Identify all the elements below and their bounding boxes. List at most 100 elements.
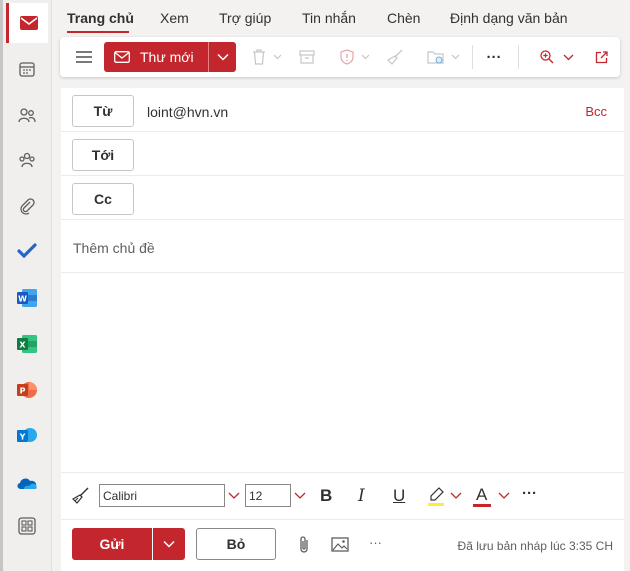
hamburger-icon: [76, 51, 92, 63]
subject-input[interactable]: Thêm chủ đề: [73, 240, 155, 256]
shield-alert-icon: [340, 49, 354, 65]
rail-groups[interactable]: [6, 140, 48, 180]
discard-button[interactable]: Bỏ: [196, 528, 276, 560]
apps-icon: [18, 517, 36, 535]
cc-button[interactable]: Cc: [72, 183, 134, 215]
svg-text:W: W: [18, 295, 27, 304]
new-mail-dropdown[interactable]: [208, 42, 236, 72]
chevron-down-icon: [216, 53, 229, 61]
rail-files[interactable]: [6, 186, 48, 226]
rail-calendar[interactable]: [6, 49, 48, 89]
rail-people[interactable]: [6, 95, 48, 135]
sweep-button[interactable]: [384, 37, 406, 77]
send-bar: Gửi Bỏ ··· Đã lưu bản nháp lúc 3:35 CH: [61, 519, 624, 571]
archive-icon: [299, 50, 315, 64]
yammer-icon: Y: [17, 428, 37, 442]
rail-mail[interactable]: [6, 3, 48, 43]
mail-outline-icon: [114, 51, 130, 63]
insert-picture-icon[interactable]: [331, 537, 349, 552]
font-color-button[interactable]: A: [476, 485, 487, 505]
attachment-icon: [20, 198, 35, 215]
zoom-in-icon: [540, 50, 554, 64]
attach-icon[interactable]: [298, 535, 310, 555]
cc-row[interactable]: Cc: [61, 176, 624, 220]
new-mail-button[interactable]: Thư mới: [104, 42, 208, 72]
rail-excel[interactable]: X: [6, 324, 48, 364]
report-dropdown[interactable]: [358, 37, 372, 77]
rail-edge: [0, 0, 3, 571]
chevron-down-icon: [451, 54, 459, 60]
svg-text:X: X: [19, 341, 26, 350]
chevron-down-icon: [163, 540, 175, 548]
ribbon-tabs: Trang chủ Xem Trợ giúp Tin nhắn Chèn Địn…: [52, 0, 630, 36]
highlighter-icon[interactable]: [427, 487, 445, 507]
mail-icon: [19, 16, 38, 30]
tab-insert[interactable]: Chèn: [387, 10, 420, 26]
powerpoint-icon: P: [17, 382, 37, 398]
more-options-button[interactable]: ···: [482, 37, 506, 77]
format-painter-icon[interactable]: [71, 487, 89, 505]
rail-apps[interactable]: [6, 506, 48, 546]
broom-icon: [387, 49, 403, 65]
groups-icon: [19, 152, 35, 168]
rail-powerpoint[interactable]: P: [6, 370, 48, 410]
onedrive-icon: [17, 478, 37, 489]
tab-help[interactable]: Trợ giúp: [219, 10, 271, 26]
font-size-select[interactable]: 12: [245, 484, 291, 507]
from-address: loint@hvn.vn: [147, 104, 229, 120]
tab-message[interactable]: Tin nhắn: [302, 10, 356, 26]
draft-status: Đã lưu bản nháp lúc 3:35 CH: [457, 539, 613, 553]
people-icon: [18, 108, 36, 123]
zoom-dropdown[interactable]: [560, 37, 576, 77]
underline-button[interactable]: U: [393, 486, 405, 506]
font-color-bar: [473, 504, 491, 507]
active-tab-indicator: [67, 31, 129, 33]
report-button[interactable]: [336, 37, 358, 77]
chevron-down-icon[interactable]: [228, 492, 240, 500]
chevron-down-icon[interactable]: [498, 492, 510, 500]
sendbar-more-button[interactable]: ···: [369, 535, 382, 550]
font-family-select[interactable]: Calibri: [99, 484, 225, 507]
rail-todo[interactable]: [6, 231, 48, 271]
format-more-button[interactable]: ···: [522, 485, 537, 502]
pop-out-icon: [595, 50, 608, 63]
move-to-dropdown[interactable]: [448, 37, 462, 77]
ribbon-separator: [518, 45, 519, 69]
chevron-down-icon: [273, 54, 281, 60]
rail-word[interactable]: W: [6, 278, 48, 318]
rail-onedrive[interactable]: [6, 463, 48, 503]
chevron-down-icon: [563, 54, 573, 60]
bold-button[interactable]: B: [320, 486, 332, 506]
zoom-button[interactable]: [538, 37, 556, 77]
pop-out-button[interactable]: [592, 37, 610, 77]
todo-icon: [17, 243, 37, 259]
ribbon-separator: [472, 45, 473, 69]
rail-yammer[interactable]: Y: [6, 416, 48, 456]
chevron-down-icon: [361, 54, 369, 60]
bcc-link[interactable]: Bcc: [585, 104, 607, 119]
from-button[interactable]: Từ: [72, 95, 134, 127]
tab-format-text[interactable]: Định dạng văn bản: [450, 10, 568, 26]
send-button[interactable]: Gửi: [72, 528, 152, 560]
italic-button[interactable]: I: [358, 486, 365, 506]
to-row[interactable]: Tới: [61, 132, 624, 176]
tab-home[interactable]: Trang chủ: [67, 10, 134, 26]
to-button[interactable]: Tới: [72, 139, 134, 171]
compose-pane: Từ loint@hvn.vn Bcc Tới Cc Thêm chủ đề: [61, 88, 624, 520]
svg-text:Y: Y: [19, 433, 26, 442]
new-mail-label: Thư mới: [140, 49, 194, 65]
subject-divider: [61, 272, 624, 273]
hamburger-button[interactable]: [72, 37, 96, 77]
chevron-down-icon[interactable]: [450, 492, 462, 500]
delete-dropdown[interactable]: [270, 37, 284, 77]
send-dropdown[interactable]: [153, 528, 185, 560]
archive-button[interactable]: [296, 37, 318, 77]
trash-icon: [253, 49, 265, 65]
calendar-icon: [19, 62, 35, 77]
ribbon-toolbar: Thư mới ···: [60, 37, 620, 77]
tab-view[interactable]: Xem: [160, 10, 189, 26]
move-to-button[interactable]: [424, 37, 448, 77]
chevron-down-icon[interactable]: [294, 492, 306, 500]
folder-move-icon: [427, 51, 444, 64]
delete-button[interactable]: [248, 37, 270, 77]
